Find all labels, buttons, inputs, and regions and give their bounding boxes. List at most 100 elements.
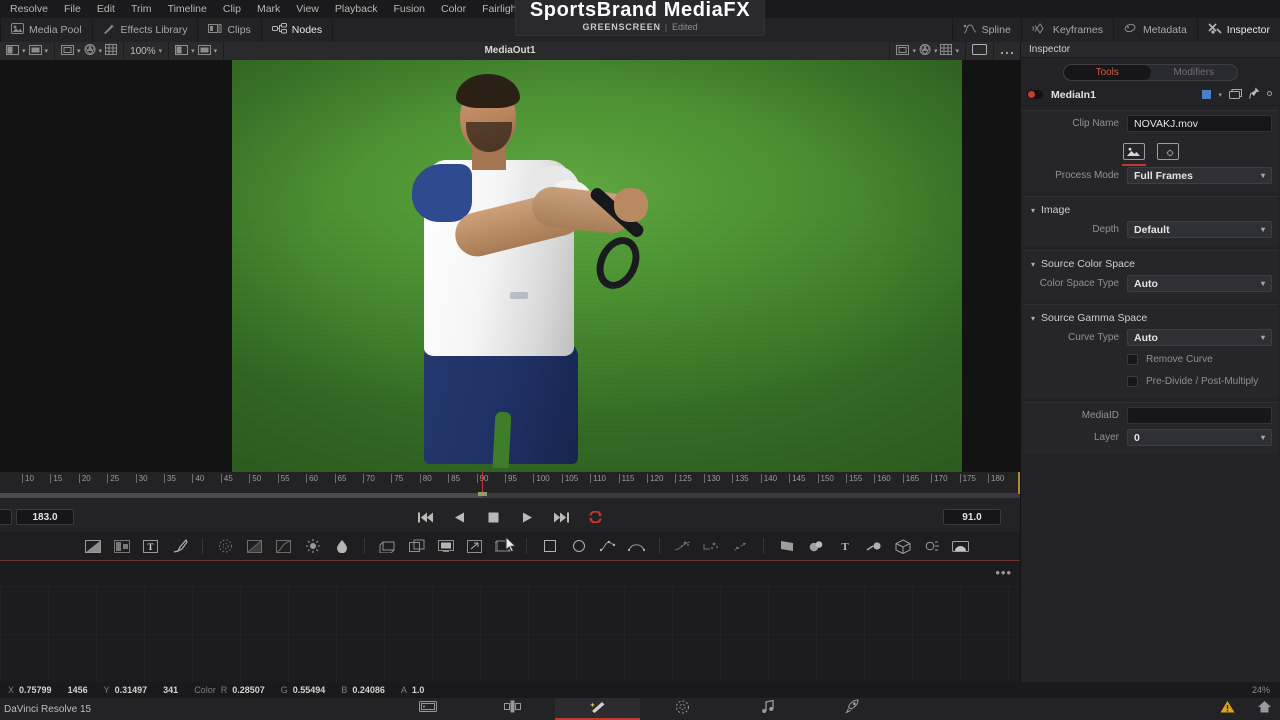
inspector-button[interactable]: Inspector bbox=[1196, 18, 1280, 42]
menu-item-view[interactable]: View bbox=[288, 0, 327, 18]
spot-light-icon[interactable] bbox=[917, 532, 946, 560]
layer-dropdown[interactable]: 0 ▾ bbox=[1127, 429, 1272, 446]
show-version-icon[interactable] bbox=[1229, 86, 1242, 104]
jump-to-end-button[interactable] bbox=[553, 509, 570, 526]
menu-item-timeline[interactable]: Timeline bbox=[160, 0, 215, 18]
menu-item-trim[interactable]: Trim bbox=[123, 0, 160, 18]
viewer-canvas[interactable] bbox=[0, 60, 1020, 472]
playhead[interactable] bbox=[482, 472, 484, 494]
clip-name-input[interactable]: NOVAKJ.mov bbox=[1127, 115, 1272, 132]
text-plus-icon[interactable]: T bbox=[136, 532, 165, 560]
grid-icon[interactable] bbox=[105, 42, 118, 60]
text-3d-icon[interactable]: T bbox=[830, 532, 859, 560]
color-page-button[interactable] bbox=[640, 698, 725, 720]
image-tab-icon[interactable] bbox=[1121, 142, 1146, 166]
jump-to-start-button[interactable] bbox=[417, 509, 434, 526]
pre-divide-post-multiply-checkbox[interactable] bbox=[1127, 376, 1138, 387]
paint-icon[interactable] bbox=[165, 532, 194, 560]
keyframes-button[interactable]: Keyframes bbox=[1020, 18, 1113, 42]
source-gamma-space-header[interactable]: ▾ Source Gamma Space bbox=[1023, 308, 1278, 328]
chevron-down-icon[interactable]: ▾ bbox=[159, 47, 163, 55]
chevron-down-icon[interactable]: ▾ bbox=[45, 47, 49, 55]
home-icon[interactable] bbox=[1257, 700, 1272, 718]
cube-3d-icon[interactable] bbox=[888, 532, 917, 560]
fairlight-page-button[interactable] bbox=[725, 698, 810, 720]
chevron-down-icon[interactable]: ▾ bbox=[955, 47, 959, 55]
menu-item-playback[interactable]: Playback bbox=[327, 0, 386, 18]
menu-item-edit[interactable]: Edit bbox=[89, 0, 123, 18]
polygon-mask-icon[interactable] bbox=[593, 532, 622, 560]
fullscreen-icon[interactable] bbox=[972, 42, 987, 60]
menu-item-color[interactable]: Color bbox=[433, 0, 474, 18]
viewer-layout-icon[interactable] bbox=[197, 42, 211, 60]
viewer-window-icon[interactable] bbox=[896, 42, 910, 60]
play-reverse-button[interactable] bbox=[451, 509, 468, 526]
viewer-layout-icon[interactable] bbox=[28, 42, 42, 60]
rectangle-mask-icon[interactable] bbox=[535, 532, 564, 560]
menu-item-file[interactable]: File bbox=[56, 0, 89, 18]
viewer-split-icon[interactable] bbox=[175, 42, 189, 60]
metadata-button[interactable]: Metadata bbox=[1113, 18, 1197, 42]
ellipse-mask-icon[interactable] bbox=[564, 532, 593, 560]
media-id-input[interactable] bbox=[1127, 407, 1272, 424]
particle-emitter-icon[interactable] bbox=[668, 532, 697, 560]
nodes-button[interactable]: Nodes bbox=[262, 18, 334, 42]
camera-3d-icon[interactable] bbox=[859, 532, 888, 560]
spline-button[interactable]: Spline bbox=[951, 18, 1021, 42]
viewer-split-icon[interactable] bbox=[6, 42, 19, 60]
channel-boolean-icon[interactable] bbox=[431, 532, 460, 560]
particle-render-icon[interactable] bbox=[726, 532, 755, 560]
stop-button[interactable] bbox=[485, 509, 502, 526]
chevron-down-icon[interactable]: ▾ bbox=[912, 47, 916, 55]
settings-tab-icon[interactable] bbox=[1156, 142, 1179, 160]
blur-icon[interactable] bbox=[211, 532, 240, 560]
image-plane-3d-icon[interactable] bbox=[772, 532, 801, 560]
bspline-mask-icon[interactable] bbox=[622, 532, 651, 560]
color-wheel-icon[interactable] bbox=[919, 42, 931, 60]
grid-icon[interactable] bbox=[940, 42, 953, 60]
tab-tools[interactable]: Tools bbox=[1064, 64, 1151, 80]
source-color-space-header[interactable]: ▾ Source Color Space bbox=[1023, 254, 1278, 274]
renderer-3d-icon[interactable] bbox=[946, 532, 975, 560]
pin-icon[interactable] bbox=[1249, 86, 1260, 104]
color-wheel-icon[interactable] bbox=[84, 42, 96, 60]
playhead-handle[interactable] bbox=[478, 492, 488, 496]
play-button[interactable] bbox=[519, 509, 536, 526]
current-frame-field[interactable]: 91.0 bbox=[943, 509, 1001, 525]
deliver-page-button[interactable] bbox=[810, 698, 895, 720]
node-graph-more-icon[interactable]: ••• bbox=[995, 566, 1012, 579]
settings-menu-icon[interactable] bbox=[1267, 86, 1272, 104]
viewer-zoom-level[interactable]: 100% bbox=[130, 46, 156, 57]
loop-button[interactable] bbox=[587, 509, 604, 526]
warning-icon[interactable] bbox=[1220, 700, 1235, 718]
background-icon[interactable] bbox=[78, 532, 107, 560]
node-enable-toggle[interactable] bbox=[1027, 90, 1043, 99]
menu-item-clip[interactable]: Clip bbox=[215, 0, 249, 18]
clips-button[interactable]: Clips bbox=[198, 18, 262, 42]
tab-modifiers[interactable]: Modifiers bbox=[1151, 65, 1238, 80]
image-section-header[interactable]: ▾ Image bbox=[1023, 200, 1278, 220]
chevron-down-icon[interactable]: ▾ bbox=[22, 47, 26, 55]
shape-3d-icon[interactable] bbox=[801, 532, 830, 560]
depth-dropdown[interactable]: Default ▾ bbox=[1127, 221, 1272, 238]
brightness-contrast-icon[interactable] bbox=[298, 532, 327, 560]
node-color-swatch[interactable] bbox=[1202, 90, 1212, 99]
menu-item-mark[interactable]: Mark bbox=[249, 0, 288, 18]
dissolve-icon[interactable] bbox=[402, 532, 431, 560]
particle-spawn-icon[interactable] bbox=[697, 532, 726, 560]
color-corrector-icon[interactable] bbox=[240, 532, 269, 560]
remove-curve-checkbox[interactable] bbox=[1127, 354, 1138, 365]
chevron-down-icon[interactable]: ▾ bbox=[99, 47, 103, 55]
transform-icon[interactable] bbox=[460, 532, 489, 560]
media-pool-button[interactable]: Media Pool bbox=[0, 18, 93, 42]
menu-item-fusion[interactable]: Fusion bbox=[385, 0, 433, 18]
chevron-down-icon[interactable]: ▾ bbox=[77, 47, 81, 55]
color-space-type-dropdown[interactable]: Auto ▾ bbox=[1127, 275, 1272, 292]
media-page-button[interactable] bbox=[385, 698, 470, 720]
more-options-icon[interactable] bbox=[1000, 42, 1014, 60]
effects-library-button[interactable]: Effects Library bbox=[93, 18, 199, 42]
viewer-window-icon[interactable] bbox=[61, 42, 75, 60]
chevron-down-icon[interactable]: ▾ bbox=[191, 47, 195, 55]
curve-type-dropdown[interactable]: Auto ▾ bbox=[1127, 329, 1272, 346]
edit-page-button[interactable] bbox=[470, 698, 555, 720]
